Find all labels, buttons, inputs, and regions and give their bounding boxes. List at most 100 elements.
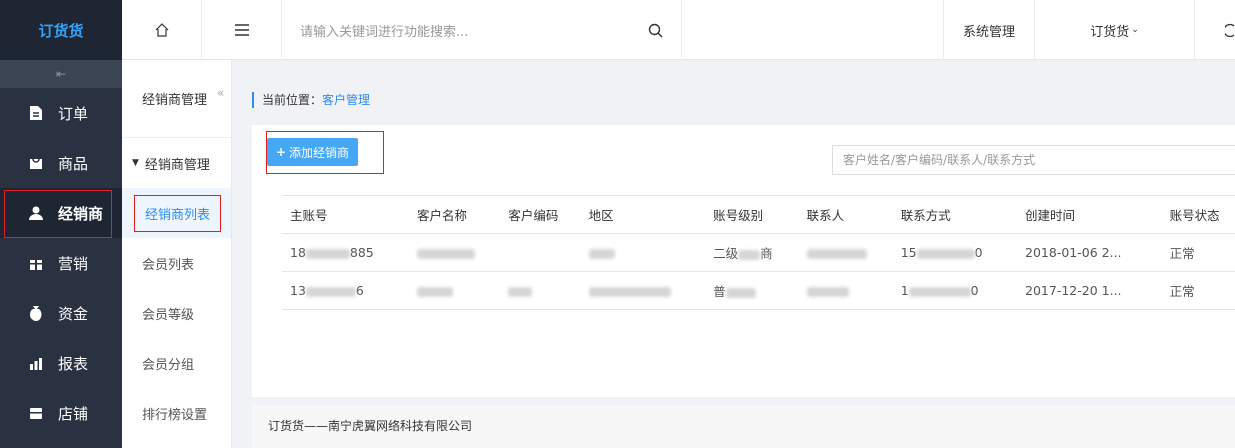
redacted-block [305, 286, 356, 297]
cell-text: 普 [713, 284, 726, 299]
cell-region [580, 233, 706, 272]
cell-text: 885 [349, 245, 374, 260]
menu-toggle-button[interactable] [202, 0, 282, 60]
column-header[interactable]: 创建时间 [1017, 195, 1162, 234]
cell-status: 正常 [1161, 233, 1235, 272]
cell-region [580, 271, 706, 310]
chart-icon [28, 355, 44, 371]
subnav-group[interactable]: ▼ 经销商管理 [122, 138, 231, 188]
sub-navigation: 经销商管理 « ▼ 经销商管理 经销商列表 会员列表 会员等级 会员分组 排行榜… [122, 60, 232, 448]
sidebar-item-dealers[interactable]: 经销商 [0, 188, 122, 238]
cell-contact [798, 233, 893, 272]
cell-customer-code [500, 233, 581, 272]
add-dealer-button[interactable]: + 添加经销商 [267, 138, 358, 166]
column-header[interactable]: 客户编码 [500, 195, 581, 234]
hamburger-icon [234, 24, 249, 36]
cell-level: 二级 商 [705, 233, 799, 272]
column-header[interactable]: 联系方式 [892, 195, 1018, 234]
cell-text: 商 [760, 246, 773, 261]
cell-phone: 10 [892, 271, 1018, 310]
cell-level: 普 [705, 271, 799, 310]
subnav-item-label: 会员等级 [142, 307, 195, 323]
dealer-panel: + 添加经销商 客户姓名/客户编码/联系人/联系方式 主账号 客户名称 客户编码… [252, 125, 1235, 397]
cell-customer-code [500, 271, 581, 310]
cell-created: 2017-12-20 1... [1017, 271, 1162, 310]
sidebar-item-label: 店铺 [58, 404, 89, 423]
redacted-block [725, 287, 756, 298]
subnav-item-label: 经销商列表 [134, 194, 222, 232]
cell-text: 二级 [713, 246, 739, 261]
sidebar-item-orders[interactable]: 订单 [0, 88, 122, 138]
redacted-block [588, 286, 671, 297]
redacted-block [738, 249, 761, 260]
cell-text: 1 [900, 283, 909, 298]
sidebar-item-label: 订单 [58, 104, 89, 123]
column-header[interactable]: 地区 [580, 195, 706, 234]
sidebar-item-products[interactable]: 商品 [0, 138, 122, 188]
subnav-item-dealer-list[interactable]: 经销商列表 [122, 188, 231, 238]
store-icon [28, 405, 44, 421]
chevron-down-icon: ⌄ [1131, 25, 1139, 35]
sidebar-item-label: 经销商 [58, 204, 104, 223]
sidebar-item-marketing[interactable]: 营销 [0, 238, 122, 288]
gift-icon [28, 255, 44, 271]
cell-customer-name [408, 233, 501, 272]
table-header-row: 主账号 客户名称 客户编码 地区 账号级别 联系人 联系方式 创建时间 账号状态 [282, 195, 1235, 234]
cell-created: 2018-01-06 2... [1017, 233, 1162, 272]
add-dealer-label: 添加经销商 [289, 145, 350, 160]
subnav-item-ranking-settings[interactable]: 排行榜设置 [122, 388, 231, 438]
sidebar-collapse-button[interactable]: ⇤ [0, 60, 122, 88]
power-button[interactable] [1195, 0, 1235, 60]
redacted-block [916, 248, 975, 259]
dealer-search-input[interactable]: 客户姓名/客户编码/联系人/联系方式 [832, 145, 1235, 175]
home-button[interactable] [122, 0, 202, 60]
user-menu[interactable]: 订货货 ⌄ [1035, 0, 1195, 60]
sidebar-item-funds[interactable]: 资金 [0, 288, 122, 338]
subnav-item-member-list[interactable]: 会员列表 [122, 238, 231, 288]
dealer-table: 主账号 客户名称 客户编码 地区 账号级别 联系人 联系方式 创建时间 账号状态… [282, 195, 1235, 310]
menu-collapse-icon: ⇤ [55, 67, 67, 81]
subnav-group-label: 经销商管理 [144, 157, 210, 173]
main-content: 当前位置：客户管理 + 添加经销商 客户姓名/客户编码/联系人/联系方式 主账号… [232, 60, 1235, 448]
subnav-item-member-level[interactable]: 会员等级 [122, 288, 231, 338]
redacted-block [588, 248, 615, 259]
search-bar[interactable]: 请输入关键词进行功能搜索... [282, 0, 682, 60]
cell-account: 18 885 [282, 233, 409, 272]
column-header[interactable]: 账号级别 [705, 195, 799, 234]
cell-text: 6 [355, 283, 364, 298]
column-header[interactable]: 账号状态 [1161, 195, 1235, 234]
column-header[interactable]: 客户名称 [408, 195, 501, 234]
cell-contact [798, 271, 893, 310]
sidebar-item-label: 资金 [58, 304, 89, 323]
redacted-block [908, 286, 971, 297]
subnav-title: 经销商管理 « [122, 60, 231, 138]
sidebar-item-reports[interactable]: 报表 [0, 338, 122, 388]
top-bar: 请输入关键词进行功能搜索... 系统管理 订货货 ⌄ [122, 0, 1235, 60]
table-row[interactable]: 18 885 二级 商 15 0 2018-01-06 2... 正常 [282, 233, 1235, 272]
cell-customer-name [408, 271, 501, 310]
sidebar: 订货货 ⇤ 订单 商品 经销商 营销 资金 报表 店铺 [0, 0, 122, 448]
breadcrumb-current[interactable]: 客户管理 [322, 93, 370, 107]
sidebar-item-label: 营销 [58, 254, 89, 273]
search-icon[interactable] [648, 23, 663, 38]
redacted-block [806, 286, 849, 297]
cell-text: 0 [974, 245, 983, 260]
redacted-block [305, 248, 350, 259]
column-header[interactable]: 主账号 [282, 195, 409, 234]
cell-text: 15 [900, 245, 917, 260]
subnav-item-member-group[interactable]: 会员分组 [122, 338, 231, 388]
table-row[interactable]: 13 6 普 10 2017-12-20 1... 正常 [282, 271, 1235, 310]
home-icon [155, 23, 168, 37]
footer: 订货货——南宁虎翼网络科技有限公司 [252, 405, 1235, 448]
document-icon [28, 105, 44, 121]
double-chevron-left-icon[interactable]: « [217, 86, 231, 100]
cell-account: 13 6 [282, 271, 409, 310]
sidebar-item-store[interactable]: 店铺 [0, 388, 122, 438]
subnav-title-text: 经销商管理 [142, 93, 208, 108]
app-logo[interactable]: 订货货 [0, 0, 122, 60]
subnav-item-label: 会员分组 [142, 357, 195, 373]
column-header[interactable]: 联系人 [798, 195, 893, 234]
cell-status: 正常 [1161, 271, 1235, 310]
search-input[interactable]: 请输入关键词进行功能搜索... [300, 21, 468, 40]
system-management-menu[interactable]: 系统管理 [943, 0, 1035, 60]
